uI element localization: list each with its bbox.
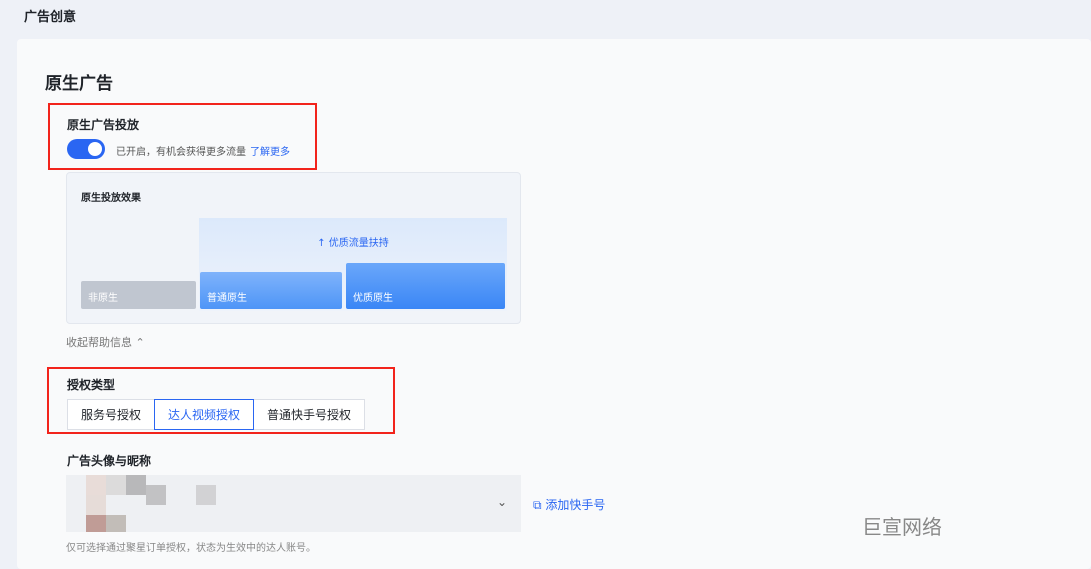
account-select[interactable]: ⌄ [66, 475, 521, 532]
bar-normal-native: 普通原生 [200, 272, 342, 309]
toggle-knob [88, 142, 102, 156]
blurred-name [146, 485, 166, 505]
auth-label: 授权类型 [67, 378, 116, 392]
blurred-name [106, 475, 126, 495]
learn-more-link[interactable]: 了解更多 [250, 147, 290, 158]
native-label: 原生广告投放 [67, 118, 140, 132]
bar-non-native: 非原生 [81, 281, 196, 309]
auth-option-normal[interactable]: 普通快手号授权 [254, 400, 364, 429]
blurred-name [126, 475, 146, 495]
hint-text: 已开启，有机会获得更多流量 [116, 147, 246, 158]
add-account-link[interactable]: ⧉ 添加快手号 [533, 496, 605, 513]
watermark: 巨宣网络 [862, 515, 942, 539]
collapse-help-button[interactable]: 收起帮助信息 ⌃ [66, 334, 145, 350]
section-title: 原生广告 [45, 74, 113, 94]
highlight-box [48, 103, 317, 170]
avatar-label: 广告头像与昵称 [67, 454, 152, 468]
blurred-avatar [86, 495, 106, 515]
native-toggle[interactable] [67, 139, 105, 159]
auth-option-creator-video[interactable]: 达人视频授权 [154, 399, 255, 430]
bar-quality-native: 优质原生 [346, 263, 505, 309]
account-note: 仅可选择通过聚星订单授权，状态为生效中的达人账号。 [66, 543, 316, 554]
blurred-name [106, 515, 126, 532]
external-link-icon: ⧉ [533, 498, 546, 512]
blurred-avatar [86, 515, 106, 532]
native-hint: 已开启，有机会获得更多流量 了解更多 [116, 143, 290, 158]
effect-panel: 原生投放效果 ↑ 优质流量扶持 非原生 普通原生 优质原生 [66, 172, 521, 324]
auth-type-selector: 服务号授权 达人视频授权 普通快手号授权 [67, 399, 366, 430]
boost-label: ↑ 优质流量扶持 [317, 238, 389, 249]
effect-title: 原生投放效果 [81, 193, 141, 204]
auth-option-service[interactable]: 服务号授权 [68, 400, 154, 429]
blurred-name [196, 485, 216, 505]
add-account-label: 添加快手号 [545, 498, 606, 512]
blurred-avatar [86, 475, 106, 495]
page-title: 广告创意 [24, 10, 77, 25]
chevron-down-icon: ⌄ [496, 495, 507, 509]
